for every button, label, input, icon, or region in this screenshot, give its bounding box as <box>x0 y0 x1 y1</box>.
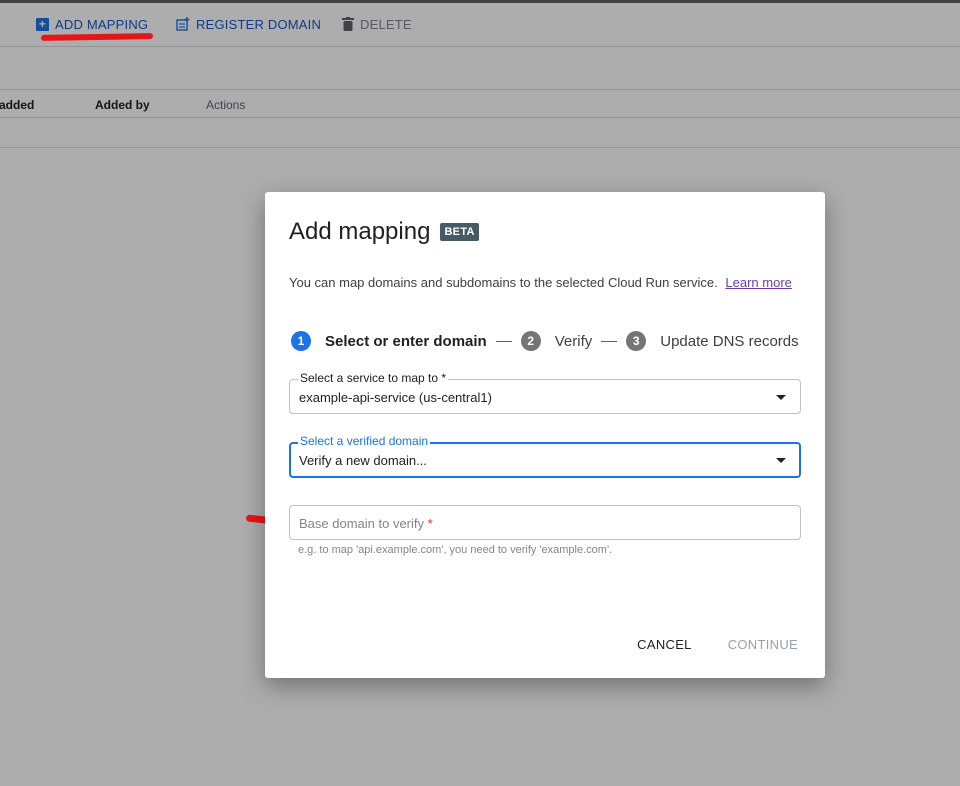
dialog-title: Add mapping <box>289 218 431 245</box>
base-domain-placeholder: Base domain to verify * <box>299 516 433 531</box>
add-mapping-dialog: Add mapping BETA You can map domains and… <box>265 192 825 678</box>
verified-domain-value: Verify a new domain... <box>299 453 427 468</box>
verified-domain-label: Select a verified domain <box>298 434 431 448</box>
required-asterisk: * <box>427 516 433 531</box>
cancel-button[interactable]: CANCEL <box>637 637 692 652</box>
step-divider <box>601 340 618 342</box>
verified-domain-select[interactable]: Select a verified domain Verify a new do… <box>289 434 801 478</box>
base-domain-placeholder-text: Base domain to verify <box>299 516 425 531</box>
dropdown-arrow-icon <box>776 395 786 400</box>
step-2-number: 2 <box>520 331 541 351</box>
dropdown-arrow-icon <box>776 458 786 463</box>
continue-button[interactable]: CONTINUE <box>728 637 798 652</box>
learn-more-link[interactable]: Learn more <box>725 275 791 290</box>
base-domain-hint: e.g. to map 'api.example.com', you need … <box>298 544 613 556</box>
service-select-value: example-api-service (us-central1) <box>299 390 492 405</box>
step-3-number: 3 <box>626 331 647 351</box>
step-2-label: Verify <box>554 332 593 350</box>
dialog-header: Add mapping BETA <box>289 218 479 246</box>
step-1-number: 1 <box>291 331 311 351</box>
step-1-label: Select or enter domain <box>325 332 487 350</box>
base-domain-input[interactable]: Base domain to verify * <box>289 505 801 540</box>
dialog-description: You can map domains and subdomains to th… <box>289 275 792 290</box>
step-divider <box>495 340 512 342</box>
service-select[interactable]: Select a service to map to * example-api… <box>289 371 801 414</box>
stepper: 1 Select or enter domain 2 Verify 3 Upda… <box>291 331 799 351</box>
description-text: You can map domains and subdomains to th… <box>289 275 718 290</box>
beta-badge: BETA <box>440 223 479 241</box>
dialog-actions: CANCEL CONTINUE <box>637 637 798 652</box>
service-select-label: Select a service to map to * <box>298 371 449 385</box>
step-3-label: Update DNS records <box>660 332 799 350</box>
